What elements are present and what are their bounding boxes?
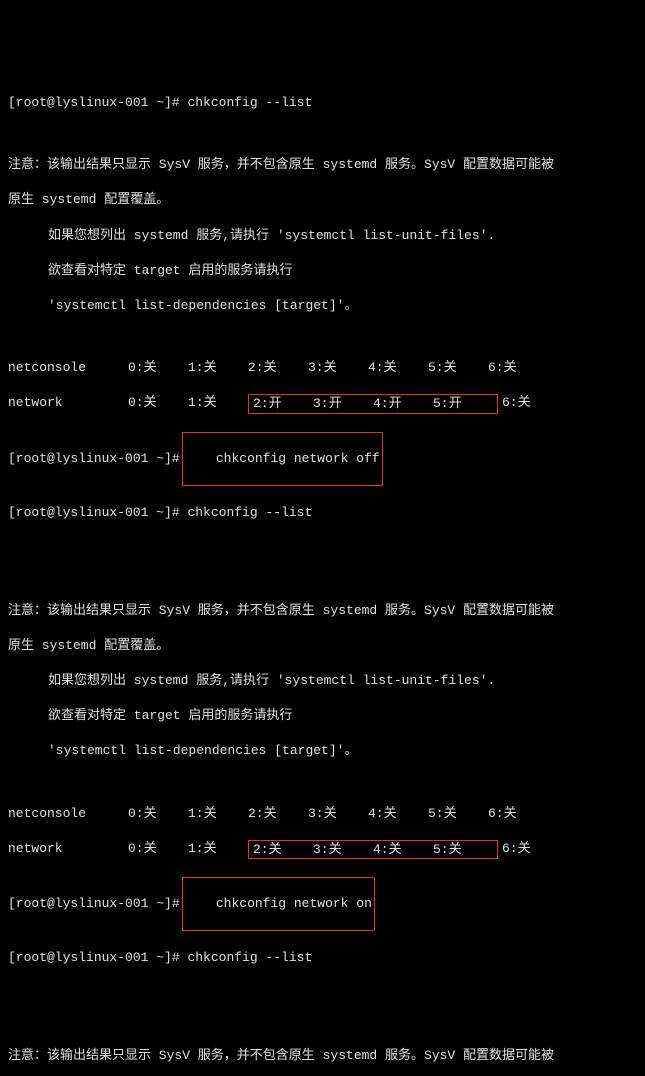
runlevel: 1:关: [188, 359, 248, 377]
note-line: 注意：该输出结果只显示 SysV 服务，并不包含原生 systemd 服务。Sy…: [8, 156, 637, 174]
note-line: 欲查看对特定 target 启用的服务请执行: [8, 707, 637, 725]
command-text: chkconfig network off: [216, 451, 380, 466]
service-row-netconsole: netconsole 0:关 1:关 2:关 3:关 4:关 5:关 6:关: [8, 359, 637, 377]
note-line: 如果您想列出 systemd 服务,请执行 'systemctl list-un…: [8, 227, 637, 245]
runlevel: 0:关: [128, 840, 188, 860]
runlevel: 0:关: [128, 359, 188, 377]
note-line: 原生 systemd 配置覆盖。: [8, 637, 637, 655]
command-text: chkconfig network on: [216, 896, 372, 911]
service-name: netconsole: [8, 359, 128, 377]
note-line: 欲查看对特定 target 启用的服务请执行: [8, 262, 637, 280]
runlevel: 6:关: [488, 359, 548, 377]
runlevel: 0:关: [128, 394, 188, 414]
service-row-network: network 0:关 1:关 2:关 3:关 4:关 5:关 6:关: [8, 840, 637, 860]
note-line: 'systemctl list-dependencies [target]'。: [8, 297, 637, 315]
prompt-line[interactable]: [root@lyslinux-001 ~]# chkconfig --list: [8, 504, 637, 522]
runlevel: 5:开: [433, 395, 493, 413]
runlevel: 3:关: [313, 841, 373, 859]
shell-prompt: [root@lyslinux-001 ~]#: [8, 895, 180, 913]
highlight-box: chkconfig network off: [182, 432, 383, 487]
highlight-box: 2:关 3:关 4:关 5:关: [248, 840, 498, 860]
service-row-network: network 0:关 1:关 2:开 3:开 4:开 5:开 6:关: [8, 394, 637, 414]
highlight-box: 2:开 3:开 4:开 5:开: [248, 394, 498, 414]
runlevel: 5:关: [428, 805, 488, 823]
note-line: 注意：该输出结果只显示 SysV 服务，并不包含原生 systemd 服务。Sy…: [8, 602, 637, 620]
note-line: 注意：该输出结果只显示 SysV 服务，并不包含原生 systemd 服务。Sy…: [8, 1047, 637, 1065]
command-text: chkconfig --list: [187, 504, 312, 522]
prompt-line[interactable]: [root@lyslinux-001 ~]# chkconfig --list: [8, 94, 637, 112]
runlevel: 3:开: [313, 395, 373, 413]
command-text: chkconfig --list: [187, 94, 312, 112]
runlevel: 3:关: [308, 805, 368, 823]
prompt-line[interactable]: [root@lyslinux-001 ~]# chkconfig --list: [8, 949, 637, 967]
runlevel: 2:关: [253, 841, 313, 859]
shell-prompt: [root@lyslinux-001 ~]#: [8, 949, 180, 967]
runlevel: 6:关: [488, 805, 548, 823]
note-line: 原生 systemd 配置覆盖。: [8, 191, 637, 209]
runlevel: 4:关: [373, 841, 433, 859]
note-line: 'systemctl list-dependencies [target]'。: [8, 742, 637, 760]
runlevel: 6:关: [502, 840, 562, 860]
highlight-box: chkconfig network on: [182, 877, 375, 932]
shell-prompt: [root@lyslinux-001 ~]#: [8, 450, 180, 468]
note-line: 如果您想列出 systemd 服务,请执行 'systemctl list-un…: [8, 672, 637, 690]
runlevel: 1:关: [188, 805, 248, 823]
command-text: chkconfig --list: [187, 949, 312, 967]
runlevel: 5:关: [428, 359, 488, 377]
runlevel: 2:开: [253, 395, 313, 413]
service-name: netconsole: [8, 805, 128, 823]
runlevel: 4:关: [368, 805, 428, 823]
runlevel: 1:关: [188, 840, 248, 860]
runlevel: 4:关: [368, 359, 428, 377]
shell-prompt: [root@lyslinux-001 ~]#: [8, 94, 180, 112]
runlevel: 1:关: [188, 394, 248, 414]
runlevel: 2:关: [248, 359, 308, 377]
service-name: network: [8, 394, 128, 414]
runlevel: 5:关: [433, 841, 493, 859]
shell-prompt: [root@lyslinux-001 ~]#: [8, 504, 180, 522]
runlevel: 3:关: [308, 359, 368, 377]
service-row-netconsole: netconsole 0:关 1:关 2:关 3:关 4:关 5:关 6:关: [8, 805, 637, 823]
runlevel: 6:关: [502, 394, 562, 414]
prompt-line[interactable]: [root@lyslinux-001 ~]# chkconfig network…: [8, 432, 637, 487]
runlevel: 4:开: [373, 395, 433, 413]
service-name: network: [8, 840, 128, 860]
runlevel: 0:关: [128, 805, 188, 823]
runlevel: 2:关: [248, 805, 308, 823]
prompt-line[interactable]: [root@lyslinux-001 ~]# chkconfig network…: [8, 877, 637, 932]
